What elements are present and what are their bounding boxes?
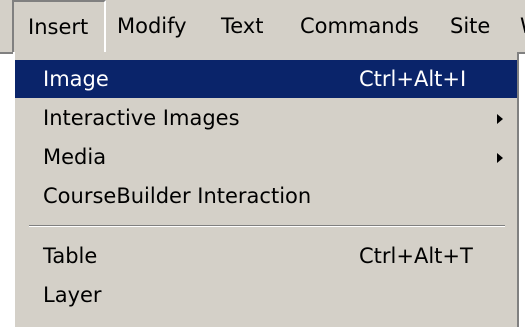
menu-item-label: Image	[43, 67, 109, 91]
menu-commands[interactable]: Commands	[300, 0, 419, 52]
menu-insert[interactable]: Insert	[12, 0, 106, 52]
menu-item-label: Table	[43, 244, 98, 268]
menu-item-layer[interactable]: Layer	[15, 276, 517, 314]
menu-bar: Insert Modify Text Commands Site W	[0, 0, 525, 54]
menu-item-label: Media	[43, 145, 107, 169]
menu-item-interactive-images[interactable]: Interactive Images	[15, 99, 517, 137]
menu-item-coursebuilder-interaction[interactable]: CourseBuilder Interaction	[15, 177, 517, 215]
menu-item-image[interactable]: Image Ctrl+Alt+I	[15, 60, 517, 98]
menu-item-shortcut: Ctrl+Alt+I	[359, 67, 467, 91]
submenu-arrow-icon	[497, 153, 503, 163]
menu-item-label: CourseBuilder Interaction	[43, 184, 312, 208]
menu-text[interactable]: Text	[221, 0, 263, 52]
menu-item-shortcut: Ctrl+Alt+T	[359, 244, 473, 268]
submenu-arrow-icon	[497, 114, 503, 124]
menu-separator	[29, 225, 505, 227]
menu-window[interactable]: W	[520, 0, 525, 52]
menu-item-table[interactable]: Table Ctrl+Alt+T	[15, 237, 517, 275]
menu-site[interactable]: Site	[450, 0, 490, 52]
menu-modify[interactable]: Modify	[117, 0, 187, 52]
insert-menu-dropdown: Image Ctrl+Alt+I Interactive Images Medi…	[13, 52, 519, 327]
menu-item-media[interactable]: Media	[15, 138, 517, 176]
menu-item-label: Layer	[43, 283, 102, 307]
menu-item-label: Interactive Images	[43, 106, 240, 130]
